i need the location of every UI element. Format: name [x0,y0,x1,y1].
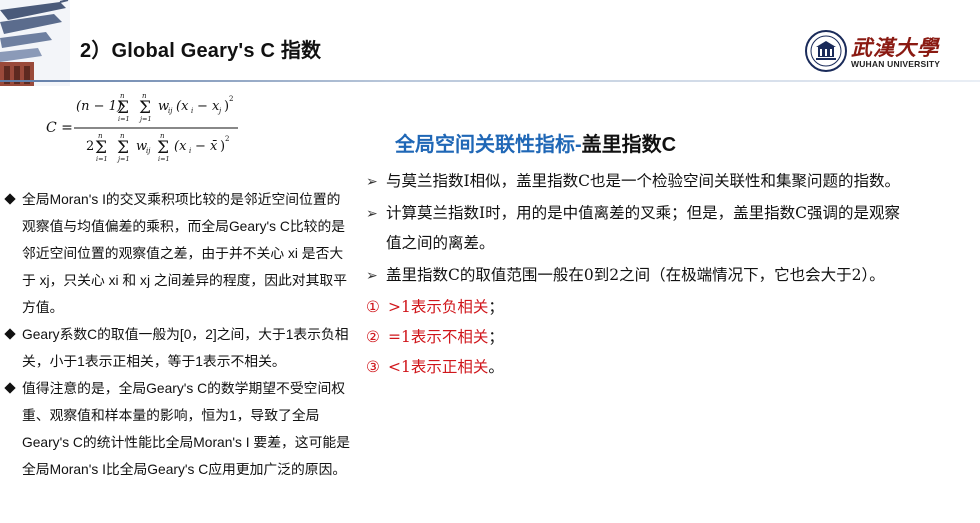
svg-text:i: i [191,107,193,115]
right-bullet-1: ➢ 与莫兰指数I相似，盖里指数C也是一个检验空间关联性和集聚问题的指数。 [366,166,900,197]
svg-text:(n − 1): (n − 1) [76,99,122,114]
slide-header: 2）Global Geary's C 指数 武漢大學 WUHAN UNIVERS… [0,0,980,86]
section-heading: 全局空间关联性指标-盖里指数C [395,128,676,157]
section-heading-blue: 全局空间关联性指标- [395,134,582,156]
diamond-bullet-icon [4,193,16,205]
svg-text:2: 2 [86,139,94,154]
range-value: 负相关 [441,298,489,316]
left-bullet-list: 全局Moran's I的交叉乘积项比较的是邻近空间位置的观察值与均值偏差的乘积，… [4,186,352,483]
range-value: 不相关 [441,328,489,346]
svg-text:i=1: i=1 [96,155,108,163]
arrow-bullet-icon: ➢ [366,206,378,222]
svg-text:ij: ij [168,107,173,115]
pagoda-roof-image [0,0,70,86]
svg-text:2: 2 [225,135,229,143]
right-bullet-3: ➢ 盖里指数C的取值范围一般在0到2之间（在极端情况下，它也会大于2）。 [366,260,885,291]
circled-number-3: ③ [366,358,380,376]
arrow-bullet-icon: ➢ [366,174,378,190]
svg-text:i=1: i=1 [118,115,130,123]
university-seal-icon [805,30,847,72]
geary-c-formula: C = (n − 1) n Σ i=1 n Σ j=1 w ij (x i − … [46,92,238,163]
svg-text:i: i [189,147,191,155]
slide-title: 2）Global Geary's C 指数 [80,40,322,62]
range-item-2: ② =1表示不相关； [366,322,504,352]
left-bullet-text: 值得注意的是，全局Geary's C的数学期望不受空间权重、观察值和样本量的影响… [22,381,350,477]
svg-text:i=1: i=1 [158,155,170,163]
arrow-bullet-icon: ➢ [366,268,378,284]
range-item-1: ① >1表示负相关； [366,292,504,322]
svg-text:ij: ij [146,147,151,155]
circled-number-1: ① [366,298,380,316]
svg-text:− x: − x [197,99,220,114]
diamond-bullet-icon [4,382,16,394]
svg-text:(x: (x [174,139,187,154]
range-item-3: ③ <1表示正相关。 [366,352,504,382]
svg-text:− x̄: − x̄ [195,139,218,154]
left-bullet-text: 全局Moran's I的交叉乘积项比较的是邻近空间位置的观察值与均值偏差的乘积，… [22,192,347,315]
logo-chinese-name: 武漢大學 [851,35,939,60]
svg-text:j=1: j=1 [138,115,152,123]
right-bullet-2-continued: 值之间的离差。 [386,234,495,252]
svg-text:2: 2 [229,95,233,103]
right-bullet-2: ➢ 计算莫兰指数I时，用的是中值离差的叉乘；但是，盖里指数C强调的是观察 [366,198,900,229]
left-bullet-2: Geary系数C的取值一般为[0，2]之间，大于1表示负相关，小于1表示正相关，… [4,321,352,375]
section-heading-black: 盖里指数C [581,134,677,156]
left-bullet-1: 全局Moran's I的交叉乘积项比较的是邻近空间位置的观察值与均值偏差的乘积，… [4,186,352,321]
header-divider [0,80,980,82]
logo-english-name: WUHAN UNIVERSITY [851,59,941,69]
left-bullet-3: 值得注意的是，全局Geary's C的数学期望不受空间权重、观察值和样本量的影响… [4,375,352,483]
formula-lhs: C = [46,120,73,136]
range-value: 正相关 [441,358,489,376]
university-logo: 武漢大學 WUHAN UNIVERSITY [805,30,975,74]
svg-text:(x: (x [176,99,189,114]
diamond-bullet-icon [4,328,16,340]
svg-text:j=1: j=1 [116,155,130,163]
circled-number-2: ② [366,328,380,346]
left-bullet-text: Geary系数C的取值一般为[0，2]之间，大于1表示负相关，小于1表示正相关，… [22,327,349,369]
